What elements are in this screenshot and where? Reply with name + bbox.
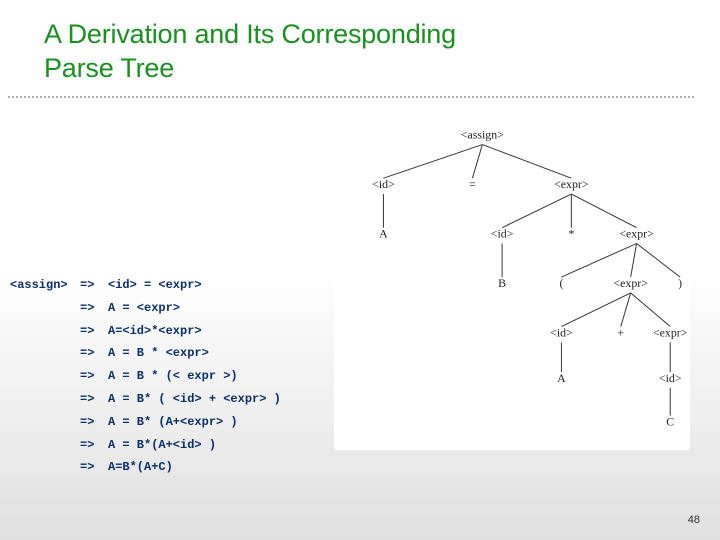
- derivation-arrow: =>: [80, 434, 108, 457]
- derivation-arrow: =>: [80, 388, 108, 411]
- derivation-rhs: A = B* ( <id> + <expr> ): [108, 392, 281, 406]
- title-line-2: Parse Tree: [44, 53, 174, 83]
- tree-node-label: ): [678, 276, 682, 290]
- derivation-rhs: A = B*(A+<id> ): [108, 438, 216, 452]
- tree-edge: [631, 293, 671, 327]
- derivation-line: =>A = B * <expr>: [10, 342, 281, 365]
- tree-edge: [571, 194, 636, 228]
- tree-edge: [561, 293, 630, 327]
- derivation-line: =>A = <expr>: [10, 297, 281, 320]
- derivation-line: =>A = B*(A+<id> ): [10, 434, 281, 457]
- derivation-line: =>A = B * (< expr >): [10, 365, 281, 388]
- tree-node-label: <expr>: [653, 325, 688, 339]
- tree-node-label: C: [666, 414, 674, 428]
- divider-dotted: [8, 96, 694, 98]
- derivation-arrow: =>: [80, 365, 108, 388]
- derivation-line: =>A=<id>*<expr>: [10, 320, 281, 343]
- derivation-rhs: A = <expr>: [108, 301, 180, 315]
- derivation-lhs: <assign>: [10, 274, 80, 297]
- tree-edge: [561, 243, 636, 277]
- tree-node-label: A: [557, 371, 566, 385]
- derivation-line: =>A = B* (A+<expr> ): [10, 411, 281, 434]
- tree-edge: [637, 243, 681, 277]
- page-title: A Derivation and Its Corresponding Parse…: [0, 0, 720, 86]
- tree-edge: [482, 145, 571, 179]
- derivation-rhs: A=<id>*<expr>: [108, 324, 202, 338]
- derivation-rhs: A = B * (< expr >): [108, 369, 238, 383]
- tree-edge: [621, 293, 631, 327]
- derivation-line: =>A = B* ( <id> + <expr> ): [10, 388, 281, 411]
- tree-node-label: <expr>: [554, 177, 589, 191]
- tree-node-label: *: [568, 227, 574, 241]
- derivation-line: =>A=B*(A+C): [10, 456, 281, 479]
- derivation-rhs: A = B* (A+<expr> ): [108, 415, 238, 429]
- derivation-rhs: <id> = <expr>: [108, 278, 202, 292]
- derivation-block: <assign>=><id> = <expr>=>A = <expr>=>A=<…: [10, 274, 281, 479]
- tree-node-label: B: [498, 276, 506, 290]
- tree-node-label: (: [559, 276, 563, 290]
- derivation-rhs: A=B*(A+C): [108, 460, 173, 474]
- derivation-rhs: A = B * <expr>: [108, 346, 209, 360]
- parse-tree-svg: <assign> <id> = <expr> A <id> * <expr> B ( <expr>)…: [334, 120, 690, 450]
- derivation-arrow: =>: [80, 320, 108, 343]
- parse-tree-diagram: <assign> <id> = <expr> A <id> * <expr> B ( <expr>)…: [334, 120, 690, 450]
- page-number: 48: [688, 514, 700, 526]
- tree-edge: [631, 243, 637, 277]
- tree-node-label: <id>: [372, 177, 395, 191]
- derivation-line: <assign>=><id> = <expr>: [10, 274, 281, 297]
- tree-node-label: <id>: [550, 325, 573, 339]
- derivation-arrow: =>: [80, 342, 108, 365]
- tree-node-label: =: [469, 177, 476, 191]
- derivation-arrow: =>: [80, 274, 108, 297]
- tree-node-label: <assign>: [461, 128, 504, 142]
- title-line-1: A Derivation and Its Corresponding: [44, 19, 456, 49]
- tree-node-label: <expr>: [613, 276, 648, 290]
- tree-node-label: <id>: [491, 227, 514, 241]
- tree-node-label: <id>: [659, 371, 682, 385]
- derivation-arrow: =>: [80, 297, 108, 320]
- tree-node-label: <expr>: [619, 227, 654, 241]
- tree-node-label: A: [379, 227, 388, 241]
- tree-edge: [502, 194, 571, 228]
- tree-edge: [472, 145, 482, 179]
- tree-edge: [383, 145, 482, 179]
- tree-node-label: +: [617, 325, 624, 339]
- derivation-arrow: =>: [80, 411, 108, 434]
- derivation-arrow: =>: [80, 456, 108, 479]
